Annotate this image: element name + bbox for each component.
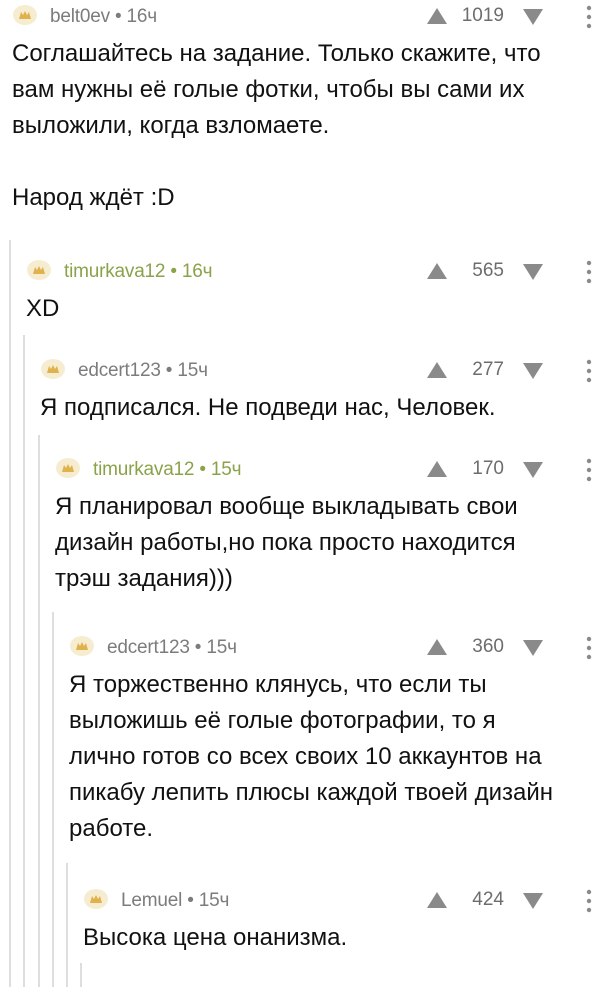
arrow-up-icon[interactable] [426, 891, 448, 909]
comment-meta: timurkava12 • 15ч [93, 459, 242, 481]
comment-rating: 565 [472, 260, 504, 281]
comment-line: лично готов со всех своих 10 аккаунтов н… [69, 743, 542, 770]
comment-text: Соглашайтесь на задание. Только скажите,… [12, 36, 600, 216]
comment-line: Я подписался. Не подведи нас, Человек. [40, 394, 496, 421]
arrow-down-icon[interactable] [522, 892, 544, 910]
comment-rating: 1019 [461, 5, 504, 26]
comment: edcert123 • 15ч 277 Я подписался. Не под… [40, 354, 600, 426]
comment-line: работе. [69, 815, 153, 842]
arrow-down-icon[interactable] [522, 8, 544, 26]
comment-line: выложишь её голые фотографии, то я [69, 707, 496, 734]
comment: timurkava12 • 15ч 170 Я планировал вообщ… [55, 453, 600, 597]
comment-author[interactable]: Lemuel [121, 890, 182, 911]
comment-line: дизайн работы,но пока просто находится [55, 529, 516, 556]
comment-line: трэш задания))) [55, 565, 233, 592]
comment-header: belt0ev • 16ч 1019 [12, 0, 600, 34]
comment-meta: belt0ev • 16ч [50, 6, 157, 28]
comment-rating: 170 [472, 458, 504, 479]
comment-author[interactable]: timurkava12 [64, 261, 165, 282]
comment-line: вам нужны её голые фотки, чтобы вы сами … [12, 76, 525, 103]
comment-line: XD [26, 295, 60, 322]
comment-time[interactable]: 15ч [206, 637, 237, 658]
comment-text: XD [26, 291, 600, 327]
more-dots-icon[interactable] [584, 635, 594, 661]
arrow-up-icon[interactable] [426, 7, 448, 25]
arrow-up-icon[interactable] [426, 638, 448, 656]
comment-author[interactable]: timurkava12 [93, 459, 194, 480]
thread-line[interactable] [23, 335, 25, 987]
comment-author[interactable]: edcert123 [78, 360, 161, 381]
comment-header: timurkava12 • 16ч 565 [26, 255, 600, 289]
comment-line: Я планировал вообще выкладывать свои [55, 493, 518, 520]
comment-rating: 277 [472, 359, 504, 380]
comment-line: Народ ждёт :D [12, 184, 175, 211]
more-dots-icon[interactable] [584, 259, 594, 285]
meta-separator: • [182, 890, 199, 911]
meta-separator: • [109, 6, 127, 27]
comment-time[interactable]: 15ч [177, 360, 208, 381]
comment-text: Высока цена онанизма. [83, 920, 600, 956]
arrow-down-icon[interactable] [522, 362, 544, 380]
comment-author[interactable]: edcert123 [107, 637, 190, 658]
default-avatar-icon[interactable] [12, 4, 38, 26]
default-avatar-icon[interactable] [55, 457, 81, 479]
comment-text: Я подписался. Не подведи нас, Человек. [40, 390, 600, 426]
comment: Lemuel • 15ч 424 Высока цена онанизма. [83, 884, 600, 956]
more-dots-icon[interactable] [584, 457, 594, 483]
more-dots-icon[interactable] [584, 358, 594, 384]
comment: edcert123 • 15ч 360 Я торжественно кляну… [69, 631, 600, 847]
thread-line[interactable] [80, 963, 82, 987]
comment-header: edcert123 • 15ч 360 [69, 631, 600, 665]
comment-rating: 360 [472, 636, 504, 657]
comment-line: Высока цена онанизма. [83, 924, 348, 951]
thread-line[interactable] [9, 240, 11, 987]
meta-separator: • [160, 360, 178, 381]
comment-line: Я торжественно клянусь, что если ты [69, 671, 487, 698]
meta-separator: • [189, 637, 207, 658]
comment-meta: Lemuel • 15ч [121, 890, 229, 912]
thread-line[interactable] [52, 612, 54, 987]
comment-text: Я торжественно клянусь, что если ты выло… [69, 667, 600, 847]
comment: belt0ev • 16ч 1019 Соглашайтесь на задан… [12, 0, 600, 216]
comment-header: Lemuel • 15ч 424 [83, 884, 600, 918]
arrow-up-icon[interactable] [426, 460, 448, 478]
comment-line: пикабу лепить плюсы каждой твоей дизайн [69, 779, 554, 806]
meta-separator: • [165, 261, 182, 282]
comment-header: edcert123 • 15ч 277 [40, 354, 600, 388]
comment-author[interactable]: belt0ev [50, 6, 110, 27]
default-avatar-icon[interactable] [40, 358, 66, 380]
comment-meta: timurkava12 • 16ч [64, 261, 213, 283]
comment-text: Я планировал вообще выкладывать свои диз… [55, 489, 600, 597]
more-dots-icon[interactable] [584, 4, 594, 30]
comment-line: выложили, когда взломаете. [12, 112, 330, 139]
comment-header: timurkava12 • 15ч 170 [55, 453, 600, 487]
comment-time[interactable]: 16ч [182, 261, 213, 282]
arrow-down-icon[interactable] [522, 639, 544, 657]
more-dots-icon[interactable] [584, 888, 594, 914]
comment-meta: edcert123 • 15ч [107, 637, 237, 659]
arrow-down-icon[interactable] [522, 461, 544, 479]
default-avatar-icon[interactable] [83, 888, 109, 910]
comment-rating: 424 [472, 889, 504, 910]
arrow-down-icon[interactable] [522, 263, 544, 281]
arrow-up-icon[interactable] [426, 361, 448, 379]
comment-meta: edcert123 • 15ч [78, 360, 208, 382]
meta-separator: • [194, 459, 211, 480]
default-avatar-icon[interactable] [26, 259, 52, 281]
comment-time[interactable]: 15ч [199, 890, 230, 911]
thread-line[interactable] [66, 863, 68, 987]
comment-line: Соглашайтесь на задание. Только скажите,… [12, 40, 541, 67]
thread-line[interactable] [38, 435, 40, 987]
comment: timurkava12 • 16ч 565 XD [26, 255, 600, 327]
arrow-up-icon[interactable] [426, 262, 448, 280]
comment-time[interactable]: 15ч [211, 459, 242, 480]
comment-time[interactable]: 16ч [127, 6, 158, 27]
default-avatar-icon[interactable] [69, 635, 95, 657]
